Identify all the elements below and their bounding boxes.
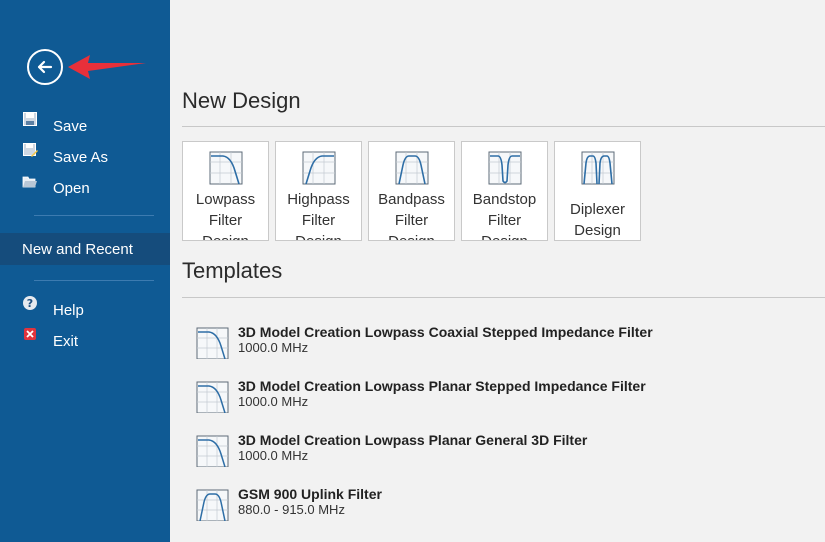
template-title: 3D Model Creation Lowpass Planar Stepped…: [238, 378, 646, 394]
tile-label: Lowpass Filter Design: [195, 191, 256, 240]
bandpass-filter-icon: [196, 489, 229, 521]
tile-label: Diplexer Design: [569, 201, 626, 239]
exit-label: Exit: [53, 332, 79, 350]
arrow-left-icon: [37, 60, 53, 74]
tile-label: Bandpass Filter Design: [378, 191, 445, 240]
annotation-red-arrow: [68, 55, 146, 79]
divider: [182, 297, 825, 298]
diplexer-design-tile[interactable]: Diplexer Design: [554, 141, 641, 241]
help-menu-item[interactable]: ? Help: [0, 295, 170, 325]
template-title: GSM 900 Uplink Filter: [238, 486, 382, 502]
template-frequency: 1000.0 MHz: [238, 448, 309, 460]
back-button[interactable]: [27, 49, 63, 85]
lowpass-filter-design-tile[interactable]: Lowpass Filter Design: [182, 141, 269, 241]
save-as-menu-item[interactable]: Save As: [0, 142, 170, 172]
open-label: Open: [53, 179, 90, 197]
svg-text:?: ?: [27, 297, 33, 310]
save-as-icon: [23, 143, 38, 157]
template-title: 3D Model Creation Lowpass Coaxial Steppe…: [238, 324, 653, 340]
open-folder-icon: [22, 176, 37, 188]
tile-label: Highpass Filter Design: [287, 191, 350, 240]
lowpass-filter-icon: [196, 435, 229, 467]
save-as-label: Save As: [53, 148, 109, 166]
new-design-heading: New Design: [182, 88, 301, 113]
bandstop-filter-design-tile[interactable]: Bandstop Filter Design: [461, 141, 548, 241]
lowpass-filter-icon: [196, 327, 229, 359]
exit-icon: [24, 328, 36, 340]
divider: [182, 126, 825, 127]
help-label: Help: [53, 301, 84, 319]
lowpass-filter-icon: [196, 381, 229, 413]
sidebar: Save Save As Open New and Recent ? Help: [0, 0, 170, 542]
highpass-filter-icon: [302, 151, 336, 185]
new-and-recent-label: New and Recent: [22, 240, 133, 258]
template-frequency: 1000.0 MHz: [238, 340, 309, 352]
help-icon: ?: [23, 296, 37, 310]
tile-label: Bandstop Filter Design: [472, 191, 537, 240]
template-item[interactable]: 3D Model Creation Lowpass Planar General…: [196, 427, 796, 467]
templates-heading: Templates: [182, 258, 283, 283]
template-frequency: 880.0 - 915.0 MHz: [238, 502, 345, 514]
bandstop-filter-icon: [488, 151, 522, 185]
bandpass-filter-design-tile[interactable]: Bandpass Filter Design: [368, 141, 455, 241]
separator: [34, 215, 154, 216]
template-frequency: 1000.0 MHz: [238, 394, 309, 406]
separator: [34, 280, 154, 281]
exit-menu-item[interactable]: Exit: [0, 326, 170, 356]
bandpass-filter-icon: [395, 151, 429, 185]
main-panel: New Design Lowpass Filter Design Highpas…: [170, 0, 825, 542]
new-and-recent-nav-item[interactable]: New and Recent: [0, 233, 170, 265]
diplexer-icon: [581, 151, 615, 185]
highpass-filter-design-tile[interactable]: Highpass Filter Design: [275, 141, 362, 241]
template-item[interactable]: 3D Model Creation Lowpass Planar Stepped…: [196, 373, 796, 413]
template-item[interactable]: GSM 900 Uplink Filter 880.0 - 915.0 MHz: [196, 481, 796, 521]
save-menu-item[interactable]: Save: [0, 111, 170, 141]
template-title: 3D Model Creation Lowpass Planar General…: [238, 432, 588, 448]
save-icon: [23, 112, 37, 126]
lowpass-filter-icon: [209, 151, 243, 185]
template-item[interactable]: 3D Model Creation Lowpass Coaxial Steppe…: [196, 319, 796, 359]
save-label: Save: [53, 117, 88, 135]
open-menu-item[interactable]: Open: [0, 173, 170, 203]
